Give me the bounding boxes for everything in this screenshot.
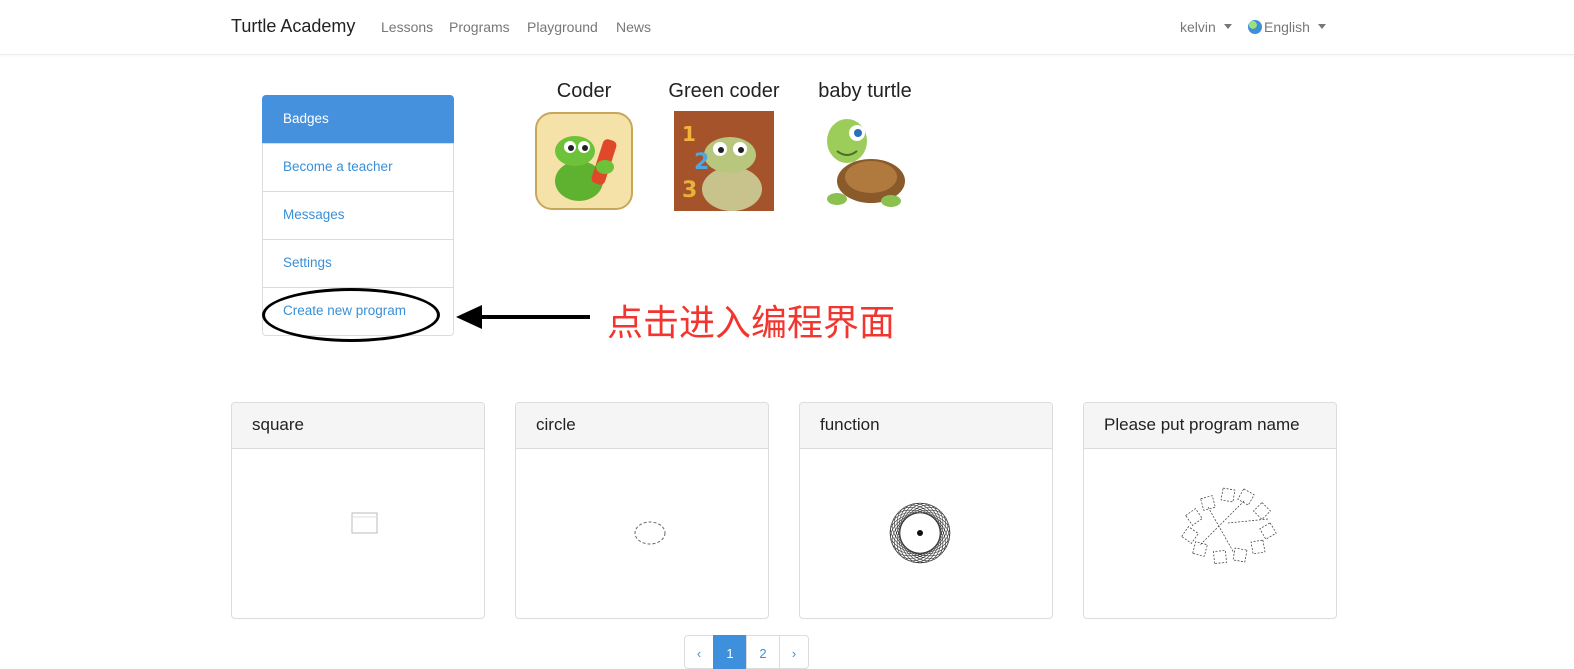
annotation-text: 点击进入编程界面 — [607, 302, 896, 343]
turtle-with-crayon-icon — [535, 111, 633, 211]
top-navbar: Turtle Academy Lessons Programs Playgrou… — [0, 0, 1574, 55]
program-title[interactable]: Please put program name — [1084, 403, 1336, 449]
language-dropdown[interactable]: English — [1248, 19, 1326, 35]
chevron-down-icon — [1223, 24, 1232, 29]
arrow-line — [478, 315, 590, 319]
badge-title: Green coder — [668, 80, 780, 102]
program-card-unnamed[interactable]: Please put program name — [1083, 402, 1337, 619]
language-label: English — [1264, 19, 1310, 35]
sidebar-item-messages[interactable]: Messages — [262, 191, 454, 240]
program-thumbnail[interactable] — [232, 449, 484, 618]
program-thumbnail[interactable] — [516, 449, 768, 618]
program-title[interactable]: square — [232, 403, 484, 449]
program-thumbnail[interactable] — [800, 449, 1052, 618]
spirograph-drawing-icon — [889, 502, 951, 564]
svg-text:3: 3 — [682, 178, 697, 203]
badge-coder: Coder — [535, 80, 633, 211]
program-card-square[interactable]: square — [231, 402, 485, 619]
globe-icon — [1248, 20, 1262, 34]
sidebar-item-badges[interactable]: Badges — [262, 95, 454, 144]
svg-text:1: 1 — [682, 122, 696, 146]
program-card-circle[interactable]: circle — [515, 402, 769, 619]
circle-drawing-icon — [634, 521, 666, 545]
nav-lessons-link[interactable]: Lessons — [381, 19, 433, 35]
user-menu-dropdown[interactable]: kelvin — [1180, 19, 1232, 35]
baby-turtle-icon — [819, 111, 911, 211]
program-title[interactable]: circle — [516, 403, 768, 449]
sidebar-item-become-teacher[interactable]: Become a teacher — [262, 143, 454, 192]
nav-playground-link[interactable]: Playground — [527, 19, 598, 35]
badge-baby-turtle: baby turtle — [812, 80, 918, 211]
sidebar-item-settings[interactable]: Settings — [262, 239, 454, 288]
square-drawing-icon — [351, 512, 378, 534]
program-thumbnail[interactable] — [1084, 449, 1336, 618]
badge-title: baby turtle — [818, 80, 912, 102]
rotated-squares-drawing-icon — [1181, 487, 1277, 564]
chevron-down-icon — [1317, 24, 1326, 29]
user-name: kelvin — [1180, 19, 1216, 35]
nav-programs-link[interactable]: Programs — [449, 19, 510, 35]
highlight-ellipse — [262, 288, 440, 342]
brand-logo-text[interactable]: Turtle Academy — [231, 16, 355, 37]
svg-text:2: 2 — [694, 150, 709, 175]
badge-title: Coder — [556, 80, 612, 102]
program-card-function[interactable]: function — [799, 402, 1053, 619]
turtle-with-numbers-icon: 1 2 3 — [674, 111, 774, 211]
badge-green-coder: Green coder 1 2 3 — [664, 80, 784, 211]
nav-news-link[interactable]: News — [616, 19, 651, 35]
program-title[interactable]: function — [800, 403, 1052, 449]
